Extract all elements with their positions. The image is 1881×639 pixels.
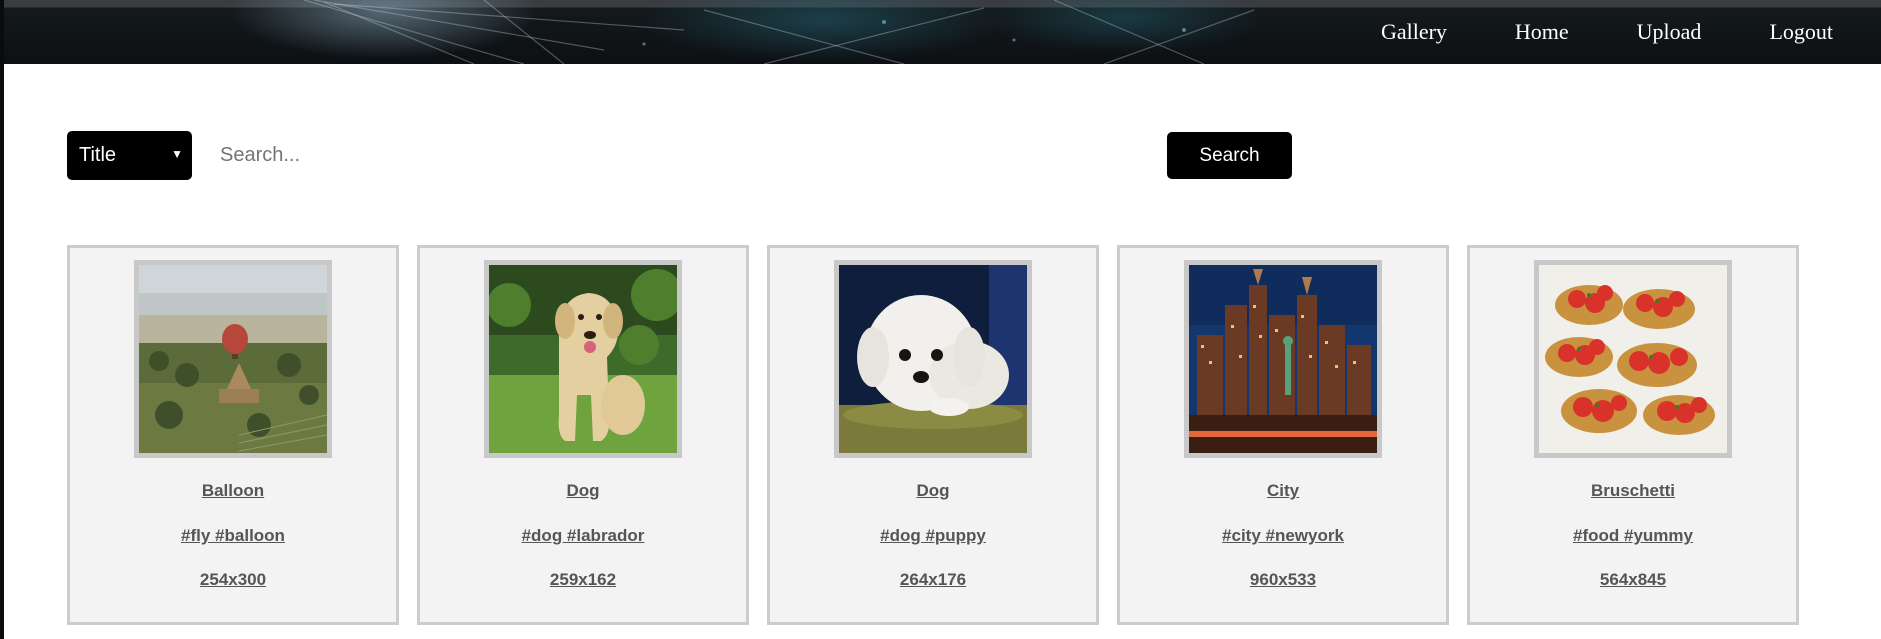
nav-home-link[interactable]: Home <box>1515 19 1569 45</box>
gallery-card: Balloon #fly #balloon 254x300 <box>67 245 399 625</box>
card-title-link[interactable]: Dog <box>420 481 746 501</box>
left-edge-bar <box>0 0 4 639</box>
nav-gallery-link[interactable]: Gallery <box>1381 19 1447 45</box>
card-size-link[interactable]: 564x845 <box>1470 570 1796 590</box>
gallery-card: City #city #newyork 960x533 <box>1117 245 1449 625</box>
search-filter-value: Title <box>79 144 117 166</box>
top-navigation-bar: Gallery Home Upload Logout <box>4 0 1881 64</box>
nav-logout-link[interactable]: Logout <box>1769 19 1833 45</box>
card-tags-link[interactable]: #dog #puppy <box>770 526 1096 546</box>
gallery-card: Dog #dog #labrador 259x162 <box>417 245 749 625</box>
labrador-photo[interactable] <box>484 260 682 458</box>
card-tags-link[interactable]: #food #yummy <box>1470 526 1796 546</box>
card-title-link[interactable]: Dog <box>770 481 1096 501</box>
image-gallery: Balloon #fly #balloon 254x300 Dog #dog #… <box>67 245 1799 625</box>
puppy-photo[interactable] <box>834 260 1032 458</box>
search-input[interactable] <box>208 131 1208 180</box>
card-title-link[interactable]: City <box>1120 481 1446 501</box>
gallery-card: Dog #dog #puppy 264x176 <box>767 245 1099 625</box>
card-size-link[interactable]: 254x300 <box>70 570 396 590</box>
card-size-link[interactable]: 960x533 <box>1120 570 1446 590</box>
card-size-link[interactable]: 259x162 <box>420 570 746 590</box>
balloon-photo[interactable] <box>134 260 332 458</box>
card-tags-link[interactable]: #fly #balloon <box>70 526 396 546</box>
bruschetta-photo[interactable] <box>1534 260 1732 458</box>
search-filter-select[interactable]: Title ▼ <box>67 131 192 180</box>
card-tags-link[interactable]: #city #newyork <box>1120 526 1446 546</box>
main-nav: Gallery Home Upload Logout <box>1313 0 1881 64</box>
nav-upload-link[interactable]: Upload <box>1637 19 1702 45</box>
city-photo[interactable] <box>1184 260 1382 458</box>
card-size-link[interactable]: 264x176 <box>770 570 1096 590</box>
card-title-link[interactable]: Bruschetti <box>1470 481 1796 501</box>
chevron-down-icon: ▼ <box>171 147 183 161</box>
search-bar: Title ▼ Search <box>67 131 1293 180</box>
card-tags-link[interactable]: #dog #labrador <box>420 526 746 546</box>
card-title-link[interactable]: Balloon <box>70 481 396 501</box>
gallery-card: Bruschetti #food #yummy 564x845 <box>1467 245 1799 625</box>
search-button[interactable]: Search <box>1167 132 1292 179</box>
